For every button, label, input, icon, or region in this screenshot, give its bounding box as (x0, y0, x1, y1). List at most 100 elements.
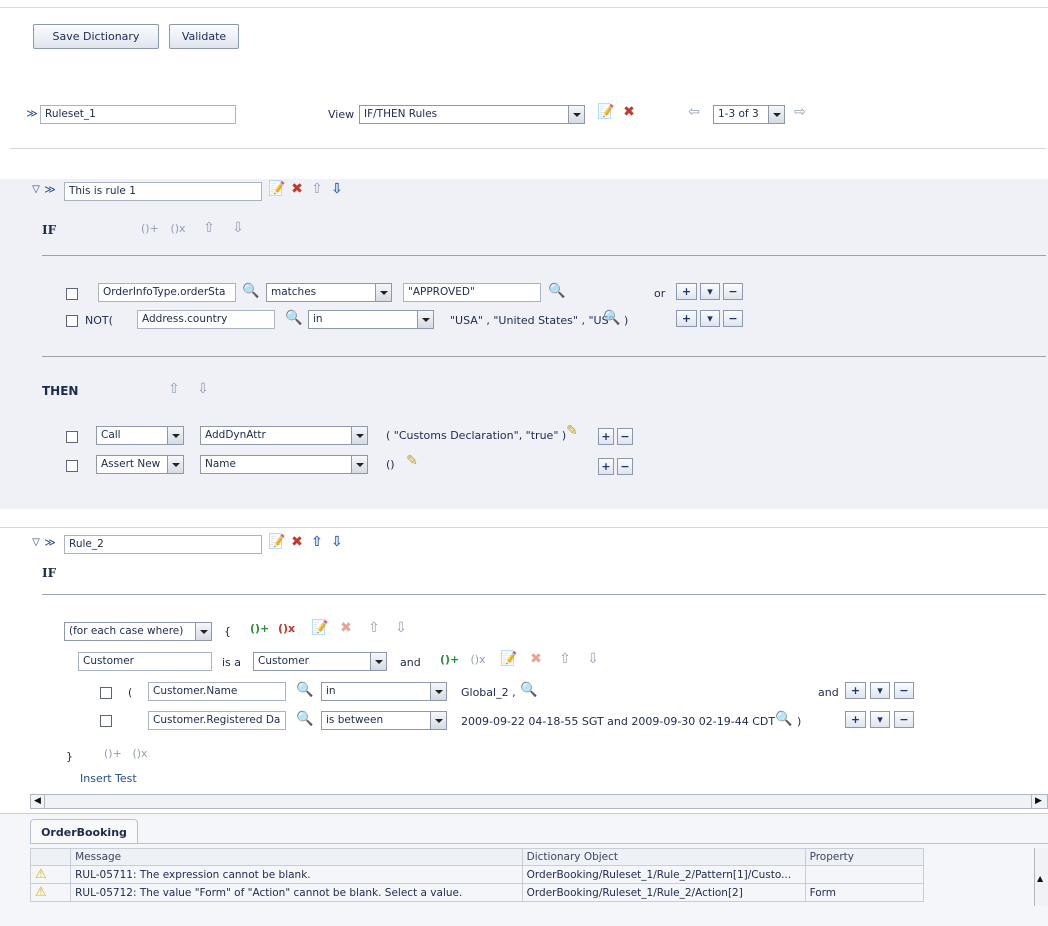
view-select[interactable]: IF/THEN Rules (359, 105, 585, 124)
add-test-button[interactable]: + (676, 310, 697, 327)
vertical-scrollbar[interactable]: ▲ (1034, 848, 1048, 906)
delete-rule-icon[interactable]: ✖ (289, 181, 305, 197)
add-rule-icon[interactable]: 📝 (268, 534, 285, 550)
move-up-icon[interactable]: ⇧ (166, 381, 182, 397)
delete-action-button[interactable]: − (617, 428, 633, 445)
chevron-down-icon[interactable] (768, 106, 784, 123)
delete-test-button[interactable]: − (723, 283, 743, 300)
test-checkbox[interactable] (66, 315, 78, 327)
column-header-message[interactable]: Message (70, 848, 523, 866)
operator-select[interactable]: is between (321, 711, 447, 730)
add-action-button[interactable]: + (598, 428, 614, 445)
search-icon[interactable]: 🔍 (775, 711, 792, 727)
conjunction-label[interactable]: and (818, 686, 839, 699)
fact-alias-input[interactable]: Customer (78, 652, 212, 671)
scroll-left-icon[interactable]: ◀ (31, 795, 45, 808)
add-pattern-icon[interactable]: ()+ (141, 221, 159, 237)
chevron-down-icon[interactable] (351, 427, 367, 444)
action-arguments[interactable]: () (386, 458, 395, 471)
rule-2-name-input[interactable]: Rule_2 (64, 535, 262, 554)
left-operand-input[interactable]: Customer.Name (148, 682, 286, 701)
collapse-rule-icon[interactable]: ≫ (42, 182, 58, 198)
move-up-icon[interactable]: ⇧ (366, 620, 382, 636)
add-rule-icon[interactable]: 📝 (268, 181, 285, 197)
right-operand-values[interactable]: 2009-09-22 04-18-55 SGT and 2009-09-30 0… (461, 715, 775, 728)
delete-action-button[interactable]: − (617, 458, 633, 475)
move-down-icon[interactable]: ⇩ (329, 181, 345, 197)
and-label[interactable]: and (400, 656, 421, 669)
action-arguments[interactable]: ( "Customs Declaration", "true" ) (386, 429, 566, 442)
left-operand-input[interactable]: OrderInfoType.orderSta (98, 283, 236, 302)
delete-rule-icon[interactable]: ✖ (289, 534, 305, 550)
delete-test-button[interactable]: − (723, 310, 743, 327)
add-pattern-icon[interactable]: ()+ (104, 746, 122, 762)
action-type-select[interactable]: Assert New (96, 455, 184, 474)
column-header-dictionary-object[interactable]: Dictionary Object (521, 848, 806, 866)
scroll-right-icon[interactable]: ▶ (1031, 795, 1045, 808)
search-icon[interactable]: 🔍 (520, 682, 537, 698)
chevron-down-icon[interactable] (195, 623, 211, 640)
operator-select[interactable]: in (308, 310, 434, 329)
delete-pattern-icon[interactable]: ()x (170, 221, 186, 237)
chevron-down-icon[interactable] (167, 427, 183, 444)
add-action-button[interactable]: + (598, 458, 614, 475)
move-down-icon[interactable]: ⇩ (329, 534, 345, 550)
add-test-button[interactable]: + (845, 682, 866, 699)
add-icon[interactable]: 📝 (311, 620, 328, 636)
chevron-down-icon[interactable] (167, 456, 183, 473)
right-operand-input[interactable]: "APPROVED" (403, 283, 541, 302)
action-type-select[interactable]: Call (96, 426, 184, 445)
add-pattern-icon[interactable]: ()+ (250, 621, 269, 637)
table-row[interactable]: ⚠ RUL-05712: The value "Form" of "Action… (29, 883, 925, 902)
action-checkbox[interactable] (66, 431, 78, 443)
next-page-icon[interactable]: ⇨ (792, 104, 808, 120)
add-icon[interactable]: 📝 (500, 651, 517, 667)
add-rule-icon[interactable]: 📝 (597, 104, 614, 120)
collapse-rule-icon[interactable]: ≫ (42, 535, 58, 551)
move-up-icon[interactable]: ⇧ (557, 651, 573, 667)
right-operand-values[interactable]: Global_2 , (461, 686, 516, 699)
delete-test-button[interactable]: − (894, 682, 914, 699)
delete-test-button[interactable]: − (894, 711, 914, 728)
chevron-down-icon[interactable] (351, 456, 367, 473)
move-down-icon[interactable]: ⇩ (393, 620, 409, 636)
collapse-ruleset-icon[interactable]: ≫ (24, 106, 40, 122)
action-checkbox[interactable] (66, 460, 78, 472)
delete-pattern-icon[interactable]: ()x (470, 652, 486, 668)
insert-test-link[interactable]: Insert Test (80, 772, 137, 785)
search-icon[interactable]: 🔍 (548, 283, 565, 299)
test-menu-button[interactable]: ▾ (870, 711, 890, 728)
test-menu-button[interactable]: ▾ (870, 682, 890, 699)
add-test-button[interactable]: + (845, 711, 866, 728)
move-up-icon[interactable]: ⇧ (201, 220, 217, 236)
search-icon[interactable]: 🔍 (296, 711, 313, 727)
left-operand-input[interactable]: Address.country (137, 310, 275, 329)
delete-pattern-icon[interactable]: ()x (132, 746, 148, 762)
operator-select[interactable]: matches (266, 283, 392, 302)
validate-button[interactable]: Validate (169, 24, 239, 49)
move-up-icon[interactable]: ⇧ (309, 181, 325, 197)
move-down-icon[interactable]: ⇩ (195, 381, 211, 397)
delete-icon[interactable]: ✖ (338, 620, 354, 636)
chevron-down-icon[interactable] (370, 653, 386, 670)
right-operand-values[interactable]: "USA" , "United States" , "US" (450, 314, 614, 327)
action-target-select[interactable]: AddDynAttr (200, 426, 368, 445)
previous-page-icon[interactable]: ⇦ (686, 104, 702, 120)
move-down-icon[interactable]: ⇩ (585, 651, 601, 667)
delete-icon[interactable]: ✖ (528, 651, 544, 667)
save-dictionary-button[interactable]: Save Dictionary (33, 24, 159, 49)
conjunction-label[interactable]: or (654, 287, 665, 300)
move-up-icon[interactable]: ⇧ (309, 534, 325, 550)
horizontal-scrollbar[interactable]: ◀ ▶ (30, 794, 1048, 809)
scroll-up-icon[interactable]: ▲ (1037, 874, 1043, 883)
edit-arguments-icon[interactable]: ✎ (564, 423, 580, 439)
tab-orderbooking[interactable]: OrderBooking (30, 819, 138, 844)
chevron-down-icon[interactable] (430, 683, 446, 700)
test-menu-button[interactable]: ▾ (700, 283, 720, 300)
column-header-property[interactable]: Property (804, 848, 925, 866)
rule-1-name-input[interactable]: This is rule 1 (64, 182, 262, 201)
edit-arguments-icon[interactable]: ✎ (404, 453, 420, 469)
add-pattern-icon[interactable]: ()+ (440, 652, 459, 668)
operator-select[interactable]: in (321, 682, 447, 701)
chevron-down-icon[interactable] (430, 712, 446, 729)
